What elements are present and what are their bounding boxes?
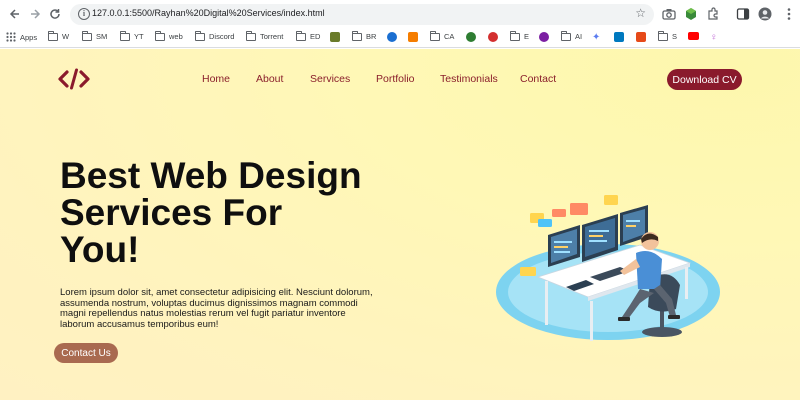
bookmark-gemini[interactable]: ✦ [592,32,600,43]
folder-icon [429,30,440,41]
bookmark-label: SM [96,32,108,41]
bookmark-folder-br[interactable]: BR [351,30,377,41]
folder-icon [560,30,571,41]
menu-kebab-icon[interactable] [782,7,796,21]
website-page: Home About Services Portfolio Testimonia… [0,49,800,400]
folder-icon [119,30,130,41]
download-cv-button[interactable]: Download CV [667,69,742,90]
bookmark-youtube[interactable] [688,32,699,40]
bookmark-folder-discord[interactable]: Discord [194,30,235,41]
trello-icon [614,32,624,42]
bookmark-label: S [672,32,678,41]
hero-title-line: Best Web Design [60,155,362,196]
folder-icon [154,30,165,41]
favicon-icon [636,32,646,42]
address-bar[interactable]: i 127.0.0.1:5500/Rayhan%20Digital%20Serv… [70,4,654,25]
bookmark-favicon-7[interactable]: ♀ [710,32,718,43]
bookmark-folder-ai[interactable]: AI [560,30,583,41]
site-info-icon[interactable]: i [78,8,90,20]
apps-grid-icon [6,32,16,42]
bookmark-folder-w[interactable]: W [47,30,70,41]
bookmark-favicon-6[interactable] [636,32,646,42]
profile-avatar-icon[interactable] [758,7,772,21]
bookmark-label: YT [134,32,144,41]
code-brackets-icon[interactable] [58,67,90,91]
extension-cube-icon[interactable] [684,7,698,21]
bookmark-label: E [524,32,530,41]
favicon-icon [539,32,549,42]
bookmark-folder-s[interactable]: S [657,30,678,41]
bookmark-label: BR [366,32,377,41]
bookmark-label: ED [310,32,321,41]
extensions-puzzle-icon[interactable] [706,7,720,21]
folder-icon [47,30,58,41]
nav-testimonials[interactable]: Testimonials [440,73,498,85]
back-icon[interactable] [6,5,24,23]
favicon-icon [466,32,476,42]
nav-home[interactable]: Home [202,73,230,85]
bookmark-favicon-5[interactable] [539,32,549,42]
bookmark-favicon-2[interactable] [387,32,397,42]
hero-title-line: Services For [60,192,283,233]
bookmark-label: W [62,32,70,41]
nav-portfolio[interactable]: Portfolio [376,73,415,85]
bookmark-folder-ca[interactable]: CA [429,30,455,41]
hero-description: Lorem ipsum dolor sit, amet consectetur … [60,287,373,330]
browser-toolbar: i 127.0.0.1:5500/Rayhan%20Digital%20Serv… [0,0,800,29]
bookmark-folder-yt[interactable]: YT [119,30,144,41]
bookmark-favicon-1[interactable] [330,32,340,42]
bookmark-label: Apps [20,32,38,42]
camera-icon[interactable] [662,7,676,21]
bookmark-label: web [169,32,183,41]
folder-icon [295,30,306,41]
nav-about[interactable]: About [256,73,283,85]
favicon-icon [330,32,340,42]
developer-illustration [496,195,720,341]
hero-title-line: You! [60,229,140,270]
folder-icon [194,30,205,41]
side-panel-icon[interactable] [736,7,750,21]
blogger-icon [408,32,418,42]
hero-title: Best Web Design Services For You! [60,157,400,268]
bookmark-folder-web[interactable]: web [154,30,183,41]
folder-icon [81,30,92,41]
sparkle-icon: ✦ [592,32,601,43]
bookmark-apps[interactable]: Apps [6,32,37,42]
bookmark-blogger[interactable] [408,32,418,42]
bookmark-folder-ed[interactable]: ED [295,30,321,41]
bookmark-label: Discord [209,32,235,41]
contact-us-button[interactable]: Contact Us [54,343,118,363]
bookmark-star-icon[interactable]: ☆ [635,6,646,20]
bookmark-favicon-4[interactable] [488,32,498,42]
bookmark-folder-e[interactable]: E [509,30,530,41]
bookmark-favicon-3[interactable] [466,32,476,42]
reload-icon[interactable] [46,5,64,23]
bookmarks-bar: Apps W SM YT web Discord Torrent ED BR C… [0,29,800,48]
bookmark-trello[interactable] [614,32,624,42]
folder-icon [657,30,668,41]
bookmark-label: AI [575,32,583,41]
bookmark-folder-torrent[interactable]: Torrent [245,30,284,41]
bookmark-folder-sm[interactable]: SM [81,30,108,41]
folder-icon [245,30,256,41]
url-text: 127.0.0.1:5500/Rayhan%20Digital%20Servic… [92,8,325,18]
favicon-icon: ♀ [710,32,718,43]
bookmark-label: CA [444,32,455,41]
folder-icon [351,30,362,41]
favicon-icon [387,32,397,42]
forward-icon[interactable] [26,5,44,23]
nav-contact[interactable]: Contact [520,73,556,85]
folder-icon [509,30,520,41]
favicon-icon [488,32,498,42]
nav-services[interactable]: Services [310,73,350,85]
bookmark-label: Torrent [260,32,284,41]
youtube-icon [688,32,699,40]
